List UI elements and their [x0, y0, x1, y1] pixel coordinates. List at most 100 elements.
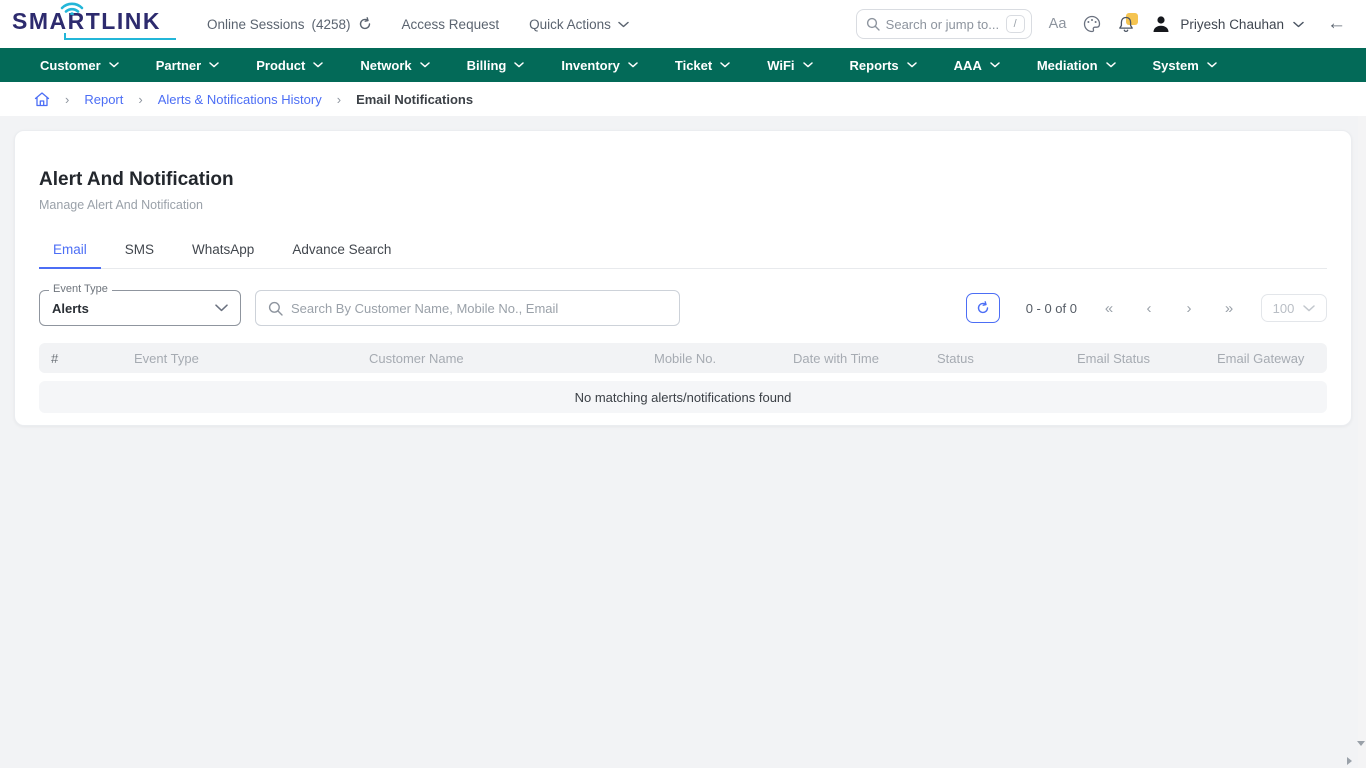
next-page-button[interactable]: ›	[1169, 300, 1209, 317]
last-page-button[interactable]: »	[1209, 300, 1249, 317]
search-icon	[866, 17, 880, 31]
nav-item-inventory[interactable]: Inventory	[561, 58, 638, 73]
user-name: Priyesh Chauhan	[1180, 17, 1284, 32]
chevron-down-icon	[1106, 62, 1116, 68]
collapse-back-arrow-icon[interactable]: ←	[1327, 13, 1346, 35]
column-header-index: #	[39, 351, 122, 366]
breadcrumb-link-alerts-history[interactable]: Alerts & Notifications History	[158, 92, 322, 107]
avatar	[1151, 14, 1171, 34]
chevron-down-icon	[628, 62, 638, 68]
channel-tabs: Email SMS WhatsApp Advance Search	[39, 232, 1327, 269]
column-header-email-gateway: Email Gateway	[1205, 351, 1327, 366]
page-size-select[interactable]: 100	[1261, 294, 1327, 322]
column-header-status: Status	[925, 351, 1065, 366]
event-type-select[interactable]: Event Type Alerts	[39, 290, 241, 326]
page-subtitle: Manage Alert And Notification	[39, 198, 1327, 212]
empty-state-row: No matching alerts/notifications found	[39, 381, 1327, 413]
chevron-down-icon	[209, 62, 219, 68]
column-header-customer-name: Customer Name	[357, 351, 642, 366]
column-header-email-status: Email Status	[1065, 351, 1205, 366]
refresh-icon	[976, 301, 990, 315]
column-header-event-type: Event Type	[122, 351, 357, 366]
table-search-input[interactable]	[291, 301, 667, 316]
breadcrumb-separator: ›	[337, 92, 341, 107]
scrollbar-right-arrow[interactable]	[1347, 757, 1352, 765]
breadcrumb-separator: ›	[138, 92, 142, 107]
chevron-down-icon	[1293, 21, 1304, 28]
online-sessions-count: (4258)	[312, 17, 351, 32]
logo-wordmark: SMARTLINK	[12, 8, 161, 34]
chevron-down-icon	[720, 62, 730, 68]
pager-arrows: « ‹ › »	[1089, 300, 1249, 317]
table-search-box[interactable]	[255, 290, 680, 326]
chevron-down-icon	[514, 62, 524, 68]
tab-sms[interactable]: SMS	[111, 232, 168, 268]
notifications-bell-icon[interactable]	[1118, 16, 1134, 33]
top-bar: SMARTLINK Online Sessions (4258) Access …	[0, 0, 1366, 48]
home-icon[interactable]	[34, 92, 50, 107]
smartlink-logo[interactable]: SMARTLINK	[12, 6, 161, 42]
chevron-down-icon	[313, 62, 323, 68]
nav-item-aaa[interactable]: AAA	[954, 58, 1000, 73]
chevron-down-icon	[990, 62, 1000, 68]
chevron-down-icon	[109, 62, 119, 68]
chevron-down-icon	[907, 62, 917, 68]
nav-item-wifi[interactable]: WiFi	[767, 58, 812, 73]
search-icon	[268, 301, 283, 316]
nav-item-customer[interactable]: Customer	[40, 58, 119, 73]
event-type-value: Alerts	[52, 301, 215, 316]
nav-item-network[interactable]: Network	[360, 58, 429, 73]
nav-item-product[interactable]: Product	[256, 58, 323, 73]
chevron-down-icon	[215, 304, 228, 312]
refresh-sessions-icon[interactable]	[358, 17, 372, 31]
pagination-range: 0 - 0 of 0	[1026, 301, 1077, 316]
global-search-box[interactable]: /	[856, 9, 1032, 39]
chevron-down-icon	[1303, 305, 1315, 312]
chevron-down-icon	[1207, 62, 1217, 68]
filter-toolbar: Event Type Alerts 0 - 0 of 0 « ‹	[39, 290, 1327, 326]
chevron-down-icon	[803, 62, 813, 68]
vertical-scrollbar[interactable]	[1358, 116, 1366, 768]
topbar-right-tools: / Aa	[856, 9, 1346, 39]
page-title: Alert And Notification	[39, 169, 1327, 191]
nav-item-billing[interactable]: Billing	[467, 58, 525, 73]
event-type-label: Event Type	[49, 283, 112, 295]
first-page-button[interactable]: «	[1089, 300, 1129, 317]
pagination-controls: 0 - 0 of 0 « ‹ › » 100	[966, 293, 1327, 323]
online-sessions-link[interactable]: Online Sessions (4258)	[207, 17, 372, 32]
table-header-row: # Event Type Customer Name Mobile No. Da…	[39, 343, 1327, 373]
tab-whatsapp[interactable]: WhatsApp	[178, 232, 268, 268]
bell-icon	[1118, 16, 1134, 33]
breadcrumb-link-report[interactable]: Report	[84, 92, 123, 107]
nav-item-reports[interactable]: Reports	[850, 58, 917, 73]
nav-item-system[interactable]: System	[1153, 58, 1217, 73]
online-sessions-label: Online Sessions	[207, 17, 305, 32]
user-menu[interactable]: Priyesh Chauhan	[1151, 14, 1304, 34]
quick-actions-menu[interactable]: Quick Actions	[529, 17, 629, 32]
nav-item-partner[interactable]: Partner	[156, 58, 220, 73]
column-header-mobile-no: Mobile No.	[642, 351, 781, 366]
breadcrumb-current-page: Email Notifications	[356, 92, 473, 107]
access-request-link[interactable]: Access Request	[402, 17, 500, 32]
search-shortcut-badge: /	[1006, 15, 1025, 33]
global-search-input[interactable]	[886, 17, 1000, 32]
tab-advance-search[interactable]: Advance Search	[278, 232, 405, 268]
logo-underline	[64, 33, 176, 40]
nav-item-ticket[interactable]: Ticket	[675, 58, 730, 73]
chevron-down-icon	[618, 21, 629, 28]
chevron-down-icon	[420, 62, 430, 68]
font-size-toggle[interactable]: Aa	[1049, 16, 1067, 32]
alert-notification-card: Alert And Notification Manage Alert And …	[14, 130, 1352, 426]
page-size-value: 100	[1273, 301, 1295, 316]
topbar-center-links: Online Sessions (4258) Access Request Qu…	[207, 17, 629, 32]
nav-item-mediation[interactable]: Mediation	[1037, 58, 1116, 73]
scrollbar-down-arrow[interactable]	[1357, 741, 1365, 746]
refresh-button[interactable]	[966, 293, 1000, 323]
previous-page-button[interactable]: ‹	[1129, 300, 1169, 317]
theme-palette-icon[interactable]	[1083, 15, 1101, 33]
breadcrumb: › Report › Alerts & Notifications Histor…	[0, 82, 1366, 116]
breadcrumb-separator: ›	[65, 92, 69, 107]
tab-email[interactable]: Email	[39, 232, 101, 269]
main-navigation: Customer Partner Product Network Billing…	[0, 48, 1366, 82]
column-header-date-with-time: Date with Time	[781, 351, 925, 366]
